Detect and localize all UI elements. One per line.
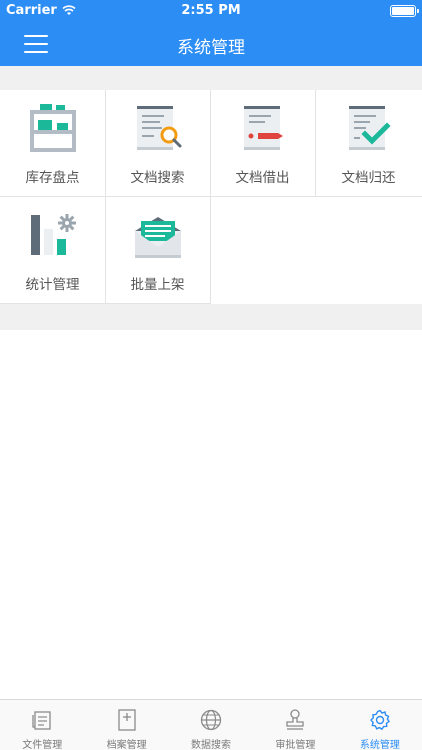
grid-item-document-return[interactable]: 文档归还: [315, 90, 422, 197]
inventory-shelf-icon: [30, 104, 76, 152]
grid-item-label: 库存盘点: [25, 170, 80, 186]
tab-archive-management[interactable]: 档案管理: [84, 700, 168, 750]
document-lend-icon: [244, 106, 283, 150]
grid-item-statistics[interactable]: 统计管理: [0, 197, 106, 304]
grid-item-label: 文档归还: [341, 170, 396, 186]
status-bar: Carrier 2:55 PM: [0, 0, 422, 22]
grid-item-label: 批量上架: [130, 277, 185, 293]
top-spacer: [0, 66, 422, 90]
grid-item-label: 文档搜索: [130, 170, 185, 186]
tab-data-search[interactable]: 数据搜索: [169, 700, 253, 750]
grid-item-batch-shelve[interactable]: 批量上架: [105, 197, 211, 304]
grid-item-label: 文档借出: [235, 170, 290, 186]
bottom-spacer: [0, 304, 422, 330]
grid-item-label: 统计管理: [25, 277, 80, 293]
archive-icon: [117, 709, 136, 731]
nav-bar: 系统管理: [0, 22, 422, 66]
function-grid: 库存盘点 文档搜索 文档借出 文档归还 统计管理 批量上架: [0, 90, 422, 304]
battery-icon: [390, 5, 419, 17]
grid-item-inventory[interactable]: 库存盘点: [0, 90, 106, 197]
file-icon: [32, 711, 51, 730]
batch-shelve-icon: [135, 217, 181, 258]
page-title: 系统管理: [177, 38, 245, 58]
tab-label: 系统管理: [359, 740, 400, 750]
tab-label: 数据搜索: [191, 740, 232, 750]
grid-item-document-search[interactable]: 文档搜索: [105, 90, 211, 197]
stamp-icon: [286, 709, 305, 730]
tab-label: 审批管理: [275, 740, 316, 750]
globe-icon: [200, 709, 222, 731]
grid-item-document-lend[interactable]: 文档借出: [210, 90, 316, 197]
status-time: 2:55 PM: [181, 3, 241, 18]
document-search-icon: [137, 106, 182, 150]
tab-bar: 文件管理 档案管理 数据搜索 审批管理 系统管理: [0, 699, 422, 750]
tab-label: 档案管理: [106, 740, 147, 750]
tab-approval-management[interactable]: 审批管理: [253, 700, 337, 750]
tab-system-management[interactable]: 系统管理: [338, 700, 422, 750]
document-return-icon: [349, 106, 391, 150]
gear-icon: [369, 709, 390, 731]
statistics-icon: [31, 214, 76, 255]
tab-label: 文件管理: [22, 740, 63, 750]
tab-file-management[interactable]: 文件管理: [0, 700, 84, 750]
